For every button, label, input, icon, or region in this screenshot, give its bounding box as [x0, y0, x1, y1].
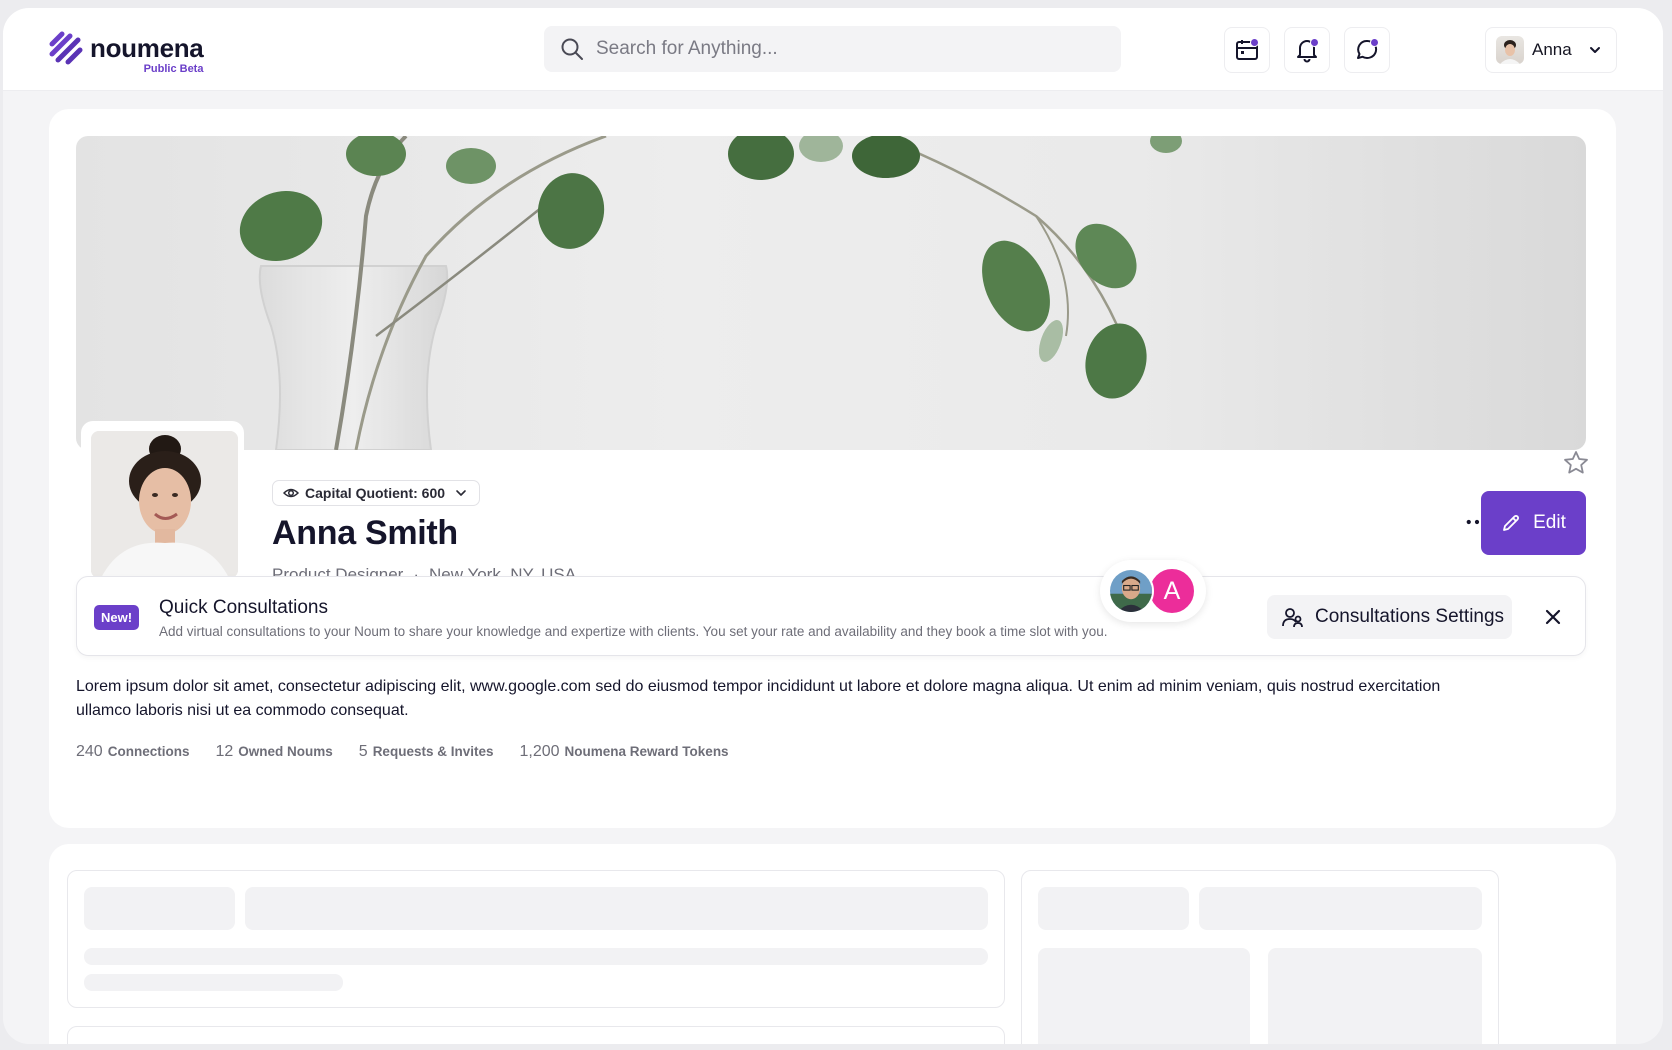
user-avatar: [1496, 36, 1524, 64]
cover-banner[interactable]: [76, 136, 1586, 450]
profile-card: Capital Quotient: 600 Anna Smith Product…: [49, 109, 1616, 828]
calendar-button[interactable]: [1224, 27, 1270, 73]
profile-photo-frame: [81, 421, 244, 584]
stat-value: 5: [358, 743, 368, 760]
consultations-settings-label: Consultations Settings: [1315, 606, 1505, 627]
users-icon: [1282, 608, 1303, 628]
new-badge: New!: [94, 605, 140, 630]
search-input[interactable]: [596, 38, 1076, 60]
logo-name: noumena: [90, 33, 204, 63]
skeleton-line: [84, 948, 988, 965]
capital-quotient-dropdown[interactable]: Capital Quotient: 600: [272, 480, 481, 506]
letter-avatar: A: [1148, 567, 1196, 615]
profile-stats: 240 Connections 12 Owned Noums 5 Request…: [76, 743, 755, 761]
stat-reward-tokens[interactable]: 1,200 Noumena Reward Tokens: [519, 743, 728, 761]
stat-label: Connections: [107, 744, 190, 759]
close-icon[interactable]: [1542, 606, 1564, 628]
edit-profile-button[interactable]: Edit: [1481, 491, 1586, 555]
stat-value: 12: [215, 743, 234, 760]
notifications-dot: [1310, 38, 1319, 47]
skeleton-panel-left-2: [67, 1026, 1005, 1044]
eye-icon: [283, 488, 299, 498]
consultations-title: Quick Consultations: [159, 597, 328, 618]
messages-dot: [1370, 38, 1379, 47]
skeleton-tile: [1038, 948, 1250, 1044]
notifications-button[interactable]: [1284, 27, 1330, 73]
skeleton-panel-left: [67, 870, 1005, 1008]
profile-bio: Lorem ipsum dolor sit amet, consectetur …: [76, 678, 1441, 719]
loading-section: [49, 844, 1616, 1044]
calendar-notification-dot: [1250, 38, 1259, 47]
profile-name: Anna Smith: [272, 514, 458, 552]
user-name: Anna: [1532, 40, 1572, 59]
search-icon: [561, 38, 583, 60]
consultations-settings-button[interactable]: Consultations Settings: [1267, 595, 1512, 639]
messages-button[interactable]: [1344, 27, 1390, 73]
user-menu[interactable]: Anna: [1485, 27, 1617, 73]
stat-owned-noums[interactable]: 12 Owned Noums: [215, 743, 332, 761]
chevron-down-icon: [456, 490, 466, 496]
noumena-logo-icon: [49, 31, 83, 65]
capital-quotient-label: Capital Quotient: 600: [305, 485, 446, 501]
search-bar[interactable]: [544, 26, 1121, 72]
stat-value: 240: [76, 743, 103, 760]
stat-label: Noumena Reward Tokens: [564, 744, 729, 759]
stat-label: Requests & Invites: [372, 744, 494, 759]
consultant-avatar: [1108, 568, 1154, 614]
consultations-description: Add virtual consultations to your Noum t…: [159, 624, 1108, 639]
stat-label: Owned Noums: [238, 744, 333, 759]
app-window: noumena Public Beta Search for Anything.…: [3, 8, 1663, 1044]
logo[interactable]: noumena Public Beta: [48, 30, 204, 75]
skeleton-block: [1038, 887, 1189, 930]
pencil-icon: [1503, 515, 1520, 531]
skeleton-block: [84, 887, 235, 930]
beta-tag: Public Beta: [143, 63, 204, 75]
stat-requests-invites[interactable]: 5 Requests & Invites: [359, 743, 494, 761]
star-icon[interactable]: [1562, 449, 1590, 477]
plant-cover-image: [239, 136, 1182, 450]
profile-photo[interactable]: [91, 431, 238, 578]
edit-label: Edit: [1533, 512, 1566, 533]
skeleton-line: [84, 974, 343, 991]
skeleton-block: [245, 887, 988, 930]
chevron-down-icon: [1589, 47, 1600, 53]
top-header: noumena Public Beta Search for Anything.…: [3, 8, 1663, 91]
skeleton-panel-right: [1021, 870, 1499, 1044]
skeleton-tile: [1268, 948, 1482, 1044]
skeleton-block: [1199, 887, 1482, 930]
consultation-avatars: A: [1100, 560, 1206, 622]
stat-value: 1,200: [519, 743, 560, 760]
quick-consultations-banner: New! Quick Consultations Add virtual con…: [76, 560, 1586, 656]
stat-connections[interactable]: 240 Connections: [76, 743, 189, 761]
